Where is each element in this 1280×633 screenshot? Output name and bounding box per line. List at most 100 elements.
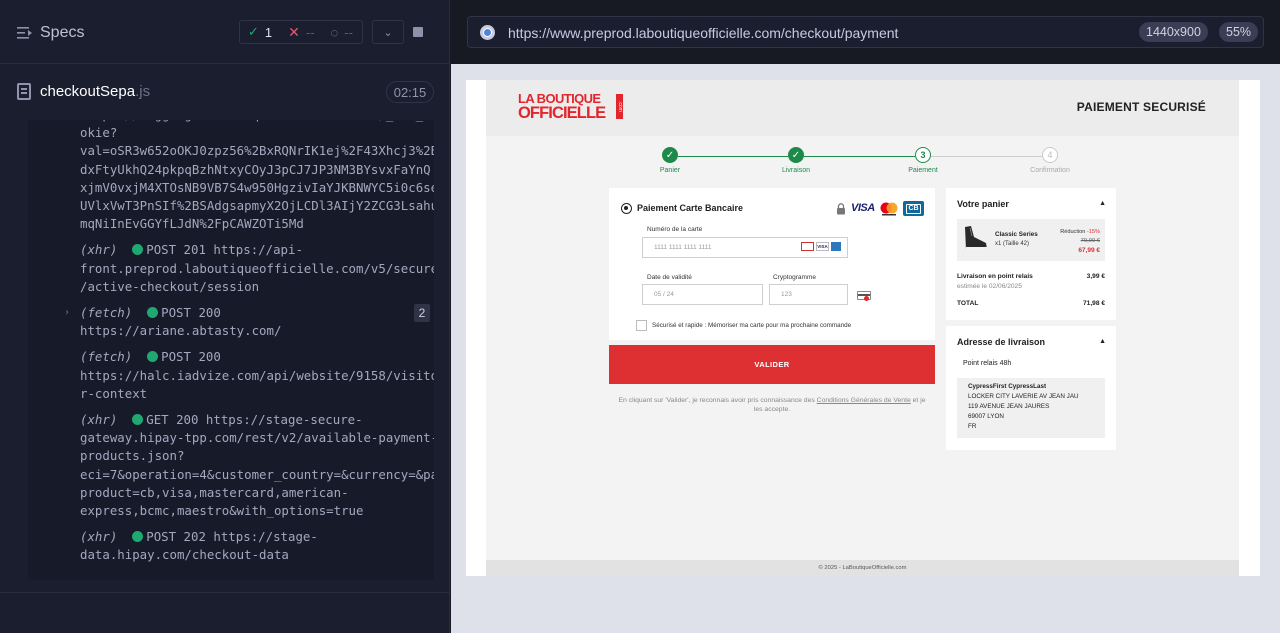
url-text[interactable]: https://www.preprod.laboutiqueofficielle… bbox=[508, 25, 898, 41]
validate-button[interactable]: VALIDER bbox=[609, 345, 935, 384]
pending-circle-icon: ◌ bbox=[330, 24, 339, 40]
log-line: okie? bbox=[80, 124, 428, 142]
log-line-text: front.preprod.laboutiqueofficielle.com/v… bbox=[80, 260, 434, 276]
page-title: PAIEMENT SECURISÉ bbox=[1076, 100, 1206, 114]
passed-count: 1 bbox=[264, 24, 273, 40]
command-log-entry[interactable]: https://tagging.laboutiqueofficielle.com… bbox=[28, 120, 434, 233]
log-line: front.preprod.laboutiqueofficielle.com/v… bbox=[80, 260, 434, 278]
specs-list-icon[interactable] bbox=[17, 26, 33, 40]
cb-small-icon bbox=[801, 242, 814, 251]
chevron-down-icon[interactable]: ⌄ bbox=[372, 20, 404, 44]
discount-label: Réduction bbox=[1060, 229, 1087, 235]
step-number: 3 bbox=[915, 147, 931, 163]
log-line-text: https://stage- bbox=[213, 529, 318, 545]
remember-card-label[interactable]: Sécurisé et rapide : Mémoriser ma carte … bbox=[652, 322, 851, 329]
command-log-entry[interactable]: › 2 (fetch) POST 200 https://ariane.abtasty… bbox=[28, 304, 434, 340]
checkout-page: LA BOUTIQUE OFFICIELLE .com PAIEMENT SEC… bbox=[486, 80, 1239, 576]
delivery-address: Adresse de livraison ▲ Point relais 48h … bbox=[946, 326, 1116, 450]
passed-stat: ✓ 1 bbox=[240, 21, 280, 43]
address-title[interactable]: Adresse de livraison bbox=[957, 337, 1045, 347]
status-dot-icon bbox=[132, 244, 144, 256]
log-line-text: https://halc.iadvize.com/api/website/915… bbox=[80, 367, 434, 383]
specs-title[interactable]: Specs bbox=[40, 24, 84, 42]
shipping-label: Livraison en point relais bbox=[957, 273, 1033, 280]
chevron-right-icon[interactable]: › bbox=[64, 304, 70, 322]
card-number-label: Numéro de la carte bbox=[647, 226, 703, 233]
command-log[interactable]: https://tagging.laboutiqueofficielle.com… bbox=[28, 120, 434, 580]
command-log-entry[interactable]: (xhr) POST 202 https://stage-data.hipay.… bbox=[28, 528, 434, 564]
stop-icon bbox=[413, 27, 423, 37]
item-name: Classic Series bbox=[995, 231, 1038, 238]
log-line-text: val=oSR3w652oOKJ0zpz56%2BxRQNrIK1ej%2F43… bbox=[80, 143, 434, 159]
item-new-price: 67,99 € bbox=[1078, 247, 1100, 254]
log-line-text: okie? bbox=[80, 125, 118, 141]
payment-method-title[interactable]: Paiement Carte Bancaire bbox=[637, 203, 743, 213]
step-number: 4 bbox=[1042, 147, 1058, 163]
command-log-entry[interactable]: (xhr) GET 200 https://stage-secure-gatew… bbox=[28, 411, 434, 520]
remember-card-checkbox[interactable] bbox=[636, 320, 647, 331]
chrome-icon bbox=[480, 25, 495, 40]
x-icon: ✕ bbox=[288, 23, 300, 40]
log-line-text: eci=7&operation=4&customer_country=&curr… bbox=[80, 466, 434, 482]
logo-tld: .com bbox=[616, 94, 623, 119]
spec-file-row[interactable]: checkoutSepa.js 02:15 bbox=[0, 72, 450, 112]
log-line: https://halc.iadvize.com/api/website/915… bbox=[80, 367, 434, 385]
total-label: TOTAL bbox=[957, 300, 979, 307]
viewport-size-badge[interactable]: 1440x900 bbox=[1139, 22, 1208, 42]
site-header: LA BOUTIQUE OFFICIELLE .com PAIEMENT SEC… bbox=[486, 80, 1239, 136]
expiry-placeholder: 05 / 24 bbox=[654, 291, 674, 298]
log-line-text: gateway.hipay-tpp.com/rest/v2/available-… bbox=[80, 430, 434, 446]
reporter-footer-divider bbox=[0, 592, 450, 593]
discount-percent: -15% bbox=[1086, 229, 1100, 235]
cart-item: Classic Series x1 (Taille 42) Réduction … bbox=[957, 219, 1105, 261]
terms-link[interactable]: Conditions Générales de Vente bbox=[817, 397, 911, 404]
product-image bbox=[965, 226, 987, 250]
step-label: Livraison bbox=[781, 167, 810, 174]
request-kind: (xhr) bbox=[80, 529, 118, 545]
cart-summary: Votre panier ▲ Classic Series x1 (Taille… bbox=[946, 188, 1116, 320]
item-old-price: 79,99 € bbox=[1080, 238, 1100, 244]
item-discount: Réduction -15% bbox=[1060, 229, 1100, 235]
chevron-up-icon[interactable]: ▲ bbox=[1099, 200, 1106, 207]
command-log-entry[interactable]: (fetch) POST 200 https://halc.iadvize.com… bbox=[28, 348, 434, 403]
address-line-2: 119 AVENUE JEAN JAURES bbox=[968, 403, 1050, 410]
log-line: dxFtyUkhQ24pkpqBzhNtxyCOyJ3pCJ7JP3NM3BYs… bbox=[80, 161, 431, 179]
url-field[interactable]: https://www.preprod.laboutiqueofficielle… bbox=[467, 16, 1264, 48]
log-line: (xhr) POST 201 https://api- bbox=[80, 241, 428, 259]
card-number-input[interactable]: 1111 1111 1111 1111 VISA bbox=[642, 237, 848, 258]
log-line-text: /active-checkout/session bbox=[80, 278, 260, 294]
log-line-text: product=cb,visa,mastercard,american- bbox=[80, 484, 349, 500]
terms-prefix: En cliquant sur 'Valider', je reconnais … bbox=[618, 397, 817, 404]
cvv-card-icon bbox=[857, 291, 871, 301]
cb-logo: CB bbox=[903, 201, 924, 216]
brand-logo[interactable]: LA BOUTIQUE OFFICIELLE .com bbox=[518, 92, 626, 122]
command-log-entry[interactable]: (xhr) POST 201 https://api-front.preprod… bbox=[28, 241, 434, 296]
status-dot-icon bbox=[147, 351, 159, 363]
cart-title[interactable]: Votre panier bbox=[957, 199, 1009, 209]
cb-logo-text: CB bbox=[906, 203, 921, 214]
chevron-up-icon[interactable]: ▲ bbox=[1099, 338, 1106, 345]
pending-count: -- bbox=[344, 24, 353, 40]
shipping-value: 3,99 € bbox=[1086, 273, 1105, 280]
step-panier[interactable]: ✓ Panier bbox=[620, 147, 720, 174]
log-line: (fetch) POST 200 bbox=[80, 304, 428, 322]
address-name: CypressFirst CypressLast bbox=[968, 383, 1047, 390]
address-box: CypressFirst CypressLast LOCKER CITY LAV… bbox=[957, 378, 1105, 438]
log-line: https://tagging.laboutiqueofficielle.com… bbox=[80, 120, 434, 124]
total-value: 71,98 € bbox=[1083, 300, 1105, 307]
cvv-input[interactable]: 123 bbox=[769, 284, 848, 305]
address-country: FR bbox=[968, 423, 977, 430]
checkout-stepper: ✓ Panier ✓ Livraison 3 Paiement 4 Confirmation bbox=[620, 147, 1100, 181]
failed-count: -- bbox=[305, 24, 315, 40]
step-livraison[interactable]: ✓ Livraison bbox=[746, 147, 846, 174]
log-line-text: https://tagging.laboutiqueofficielle.com… bbox=[80, 120, 434, 122]
request-kind: (xhr) bbox=[80, 242, 118, 258]
expiry-input[interactable]: 05 / 24 bbox=[642, 284, 763, 305]
stop-button[interactable] bbox=[404, 20, 432, 44]
relay-label: Point relais 48h bbox=[963, 360, 1012, 367]
step-label: Paiement bbox=[908, 167, 938, 174]
logo-line-2: OFFICIELLE bbox=[518, 104, 606, 122]
payment-radio[interactable] bbox=[621, 203, 632, 214]
failed-stat: ✕ -- bbox=[280, 21, 322, 43]
lock-icon bbox=[837, 203, 845, 215]
